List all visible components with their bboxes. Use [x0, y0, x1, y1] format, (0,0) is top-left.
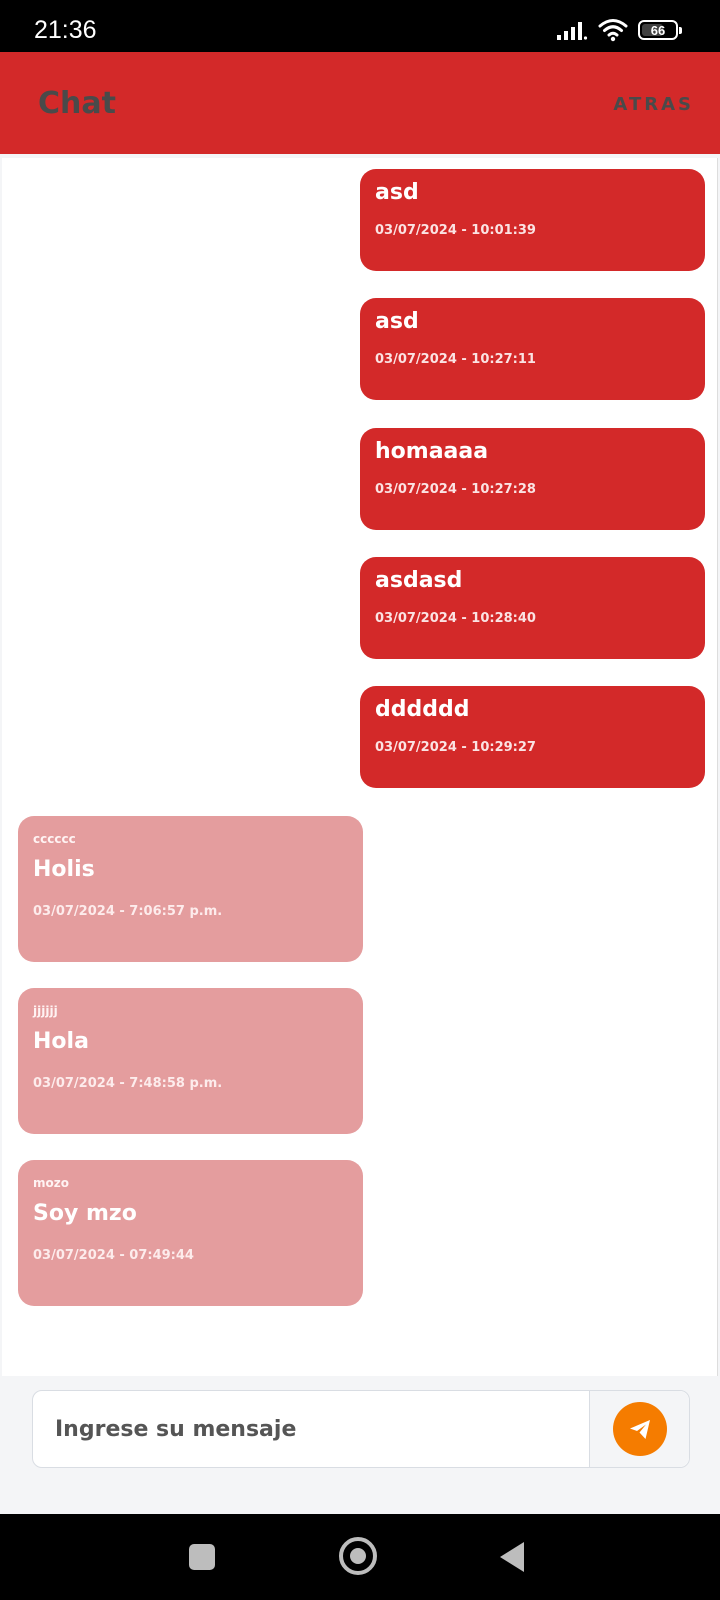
- back-button[interactable]: ATRAS: [613, 94, 694, 115]
- message-sender: mozo: [33, 1176, 69, 1190]
- sent-message: asd 03/07/2024 - 10:27:11: [360, 298, 705, 400]
- send-icon: [629, 1420, 650, 1439]
- message-text: Soy mzo: [33, 1201, 137, 1226]
- message-timestamp: 03/07/2024 - 7:48:58 p.m.: [33, 1076, 223, 1091]
- home-icon[interactable]: [339, 1537, 377, 1575]
- message-sender: cccccc: [33, 832, 76, 846]
- message-timestamp: 03/07/2024 - 10:29:27: [375, 740, 536, 755]
- message-text: Hola: [33, 1029, 89, 1054]
- signal-icon: [557, 22, 588, 40]
- sent-message: homaaaa 03/07/2024 - 10:27:28: [360, 428, 705, 530]
- message-list[interactable]: asd 03/07/2024 - 10:01:39 asd 03/07/2024…: [2, 158, 718, 1376]
- page-title: Chat: [38, 86, 116, 121]
- message-timestamp: 03/07/2024 - 10:01:39: [375, 223, 536, 238]
- send-button[interactable]: [589, 1391, 689, 1467]
- system-nav-bar: [0, 1514, 720, 1600]
- back-icon[interactable]: [500, 1542, 524, 1572]
- message-input[interactable]: [33, 1391, 589, 1467]
- message-text: asdasd: [375, 568, 463, 593]
- battery-tip: [679, 27, 682, 34]
- recent-apps-icon[interactable]: [189, 1544, 215, 1570]
- content-area: asd 03/07/2024 - 10:01:39 asd 03/07/2024…: [0, 154, 720, 1514]
- battery-text: 66: [650, 22, 666, 38]
- status-icons: 66: [556, 18, 682, 42]
- message-timestamp: 03/07/2024 - 10:27:28: [375, 482, 536, 497]
- message-sender: jjjjjj: [33, 1004, 58, 1018]
- message-text: Holis: [33, 857, 95, 882]
- message-timestamp: 03/07/2024 - 10:27:11: [375, 352, 536, 367]
- message-text: asd: [375, 309, 419, 334]
- app-bar: Chat ATRAS: [0, 52, 720, 154]
- received-message: cccccc Holis 03/07/2024 - 7:06:57 p.m.: [18, 816, 363, 962]
- message-composer: [32, 1390, 690, 1468]
- message-text: dddddd: [375, 697, 470, 722]
- status-time: 21:36: [34, 16, 97, 44]
- status-bar: 21:36 66: [0, 0, 720, 52]
- wifi-icon: [598, 19, 628, 42]
- sent-message: asdasd 03/07/2024 - 10:28:40: [360, 557, 705, 659]
- battery-icon: 66: [638, 20, 682, 40]
- received-message: jjjjjj Hola 03/07/2024 - 7:48:58 p.m.: [18, 988, 363, 1134]
- send-button-circle[interactable]: [612, 1402, 667, 1456]
- message-text: asd: [375, 180, 419, 205]
- sent-message: asd 03/07/2024 - 10:01:39: [360, 169, 705, 271]
- message-timestamp: 03/07/2024 - 10:28:40: [375, 611, 536, 626]
- message-timestamp: 03/07/2024 - 07:49:44: [33, 1248, 194, 1263]
- sent-message: dddddd 03/07/2024 - 10:29:27: [360, 686, 705, 788]
- received-message: mozo Soy mzo 03/07/2024 - 07:49:44: [18, 1160, 363, 1306]
- message-timestamp: 03/07/2024 - 7:06:57 p.m.: [33, 904, 223, 919]
- message-text: homaaaa: [375, 439, 489, 464]
- home-icon-dot: [350, 1548, 366, 1564]
